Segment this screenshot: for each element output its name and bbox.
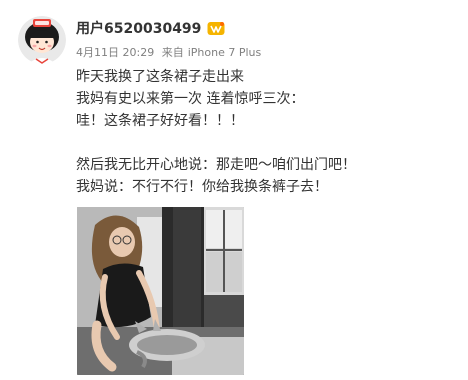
photo-girl-with-cat-icon xyxy=(77,207,244,375)
content-line-2: 我妈有史以来第一次 连着惊呼三次： xyxy=(76,91,305,107)
source-prefix: 来自 xyxy=(161,46,184,59)
content-line-1: 昨天我换了这条裙子走出来 xyxy=(76,69,244,85)
content-blank-line xyxy=(76,132,356,154)
cartoon-girl-avatar-icon xyxy=(18,16,66,64)
author-line: 用户6520030499 xyxy=(76,18,225,38)
post-content: 昨天我换了这条裙子走出来 我妈有史以来第一次 连着惊呼三次： 哇！这条裙子好好看… xyxy=(76,66,356,198)
content-line-3: 哇！这条裙子好好看！！！ xyxy=(76,113,244,129)
content-line-6: 我妈说：不行不行！你给我换条裤子去！ xyxy=(76,179,328,195)
post-timestamp[interactable]: 4月11日 20:29 xyxy=(76,46,154,59)
weibo-post: 用户6520030499 4月11日 20:29 来自 iPhone 7 Plus… xyxy=(0,0,468,380)
vip-membership-badge-icon[interactable] xyxy=(207,21,225,36)
post-meta: 4月11日 20:29 来自 iPhone 7 Plus xyxy=(76,44,265,60)
content-line-5: 然后我无比开心地说：那走吧～咱们出门吧！ xyxy=(76,157,356,173)
username-link[interactable]: 用户6520030499 xyxy=(76,18,201,38)
post-image[interactable] xyxy=(77,207,244,375)
avatar[interactable] xyxy=(18,16,66,64)
source-device-link[interactable]: iPhone 7 Plus xyxy=(188,46,262,59)
